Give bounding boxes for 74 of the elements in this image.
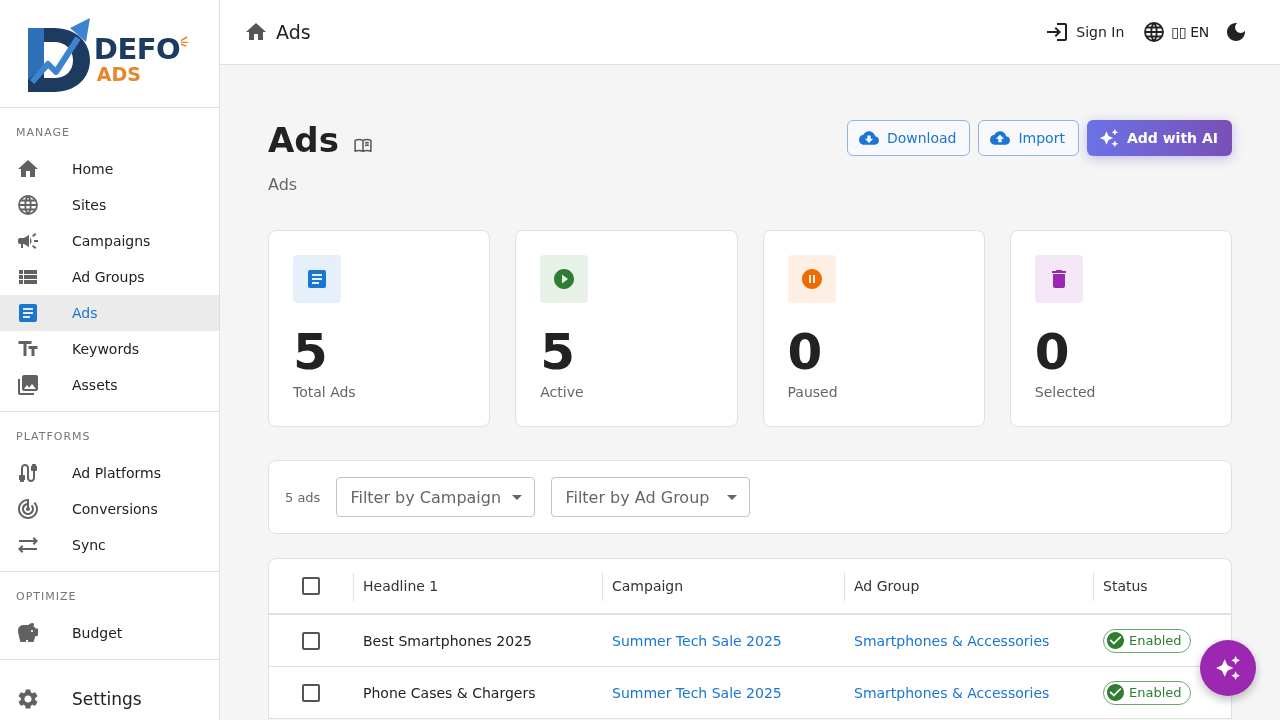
nav-item[interactable]: Sites: [0, 187, 219, 223]
stat-value: 5: [540, 324, 576, 380]
stat-value: 5: [293, 324, 328, 380]
section-heading: OPTIMIZE: [15, 589, 78, 605]
filter-select[interactable]: Filter by Campaign: [336, 477, 536, 517]
row-checkbox[interactable]: [302, 683, 320, 702]
stat-label: Total Ads: [293, 383, 356, 402]
nav-item[interactable]: Campaigns: [0, 223, 219, 259]
language-button[interactable]: ▯▯ EN: [1139, 16, 1212, 48]
nav-item[interactable]: Keywords: [0, 331, 219, 367]
status-text: Enabled: [1129, 633, 1182, 648]
sign-in-button[interactable]: Sign In: [1042, 16, 1128, 48]
add-with-ai-button[interactable]: Add with AI: [1086, 120, 1232, 156]
action-button[interactable]: Import: [978, 120, 1079, 156]
globe-icon: [16, 193, 40, 217]
document-icon: [16, 301, 40, 325]
column-header[interactable]: Headline 1: [363, 578, 439, 594]
filter-select[interactable]: Filter by Ad Group: [551, 477, 751, 517]
status-text: Enabled: [1129, 685, 1182, 700]
nav-item[interactable]: Ad Platforms: [0, 455, 219, 491]
page-subtitle: Ads: [268, 175, 299, 195]
stat-label: Active: [540, 383, 584, 402]
ai-assistant-button[interactable]: [1200, 640, 1256, 696]
stat-value: 0: [1034, 324, 1070, 380]
breadcrumb-title: Ads: [276, 21, 311, 43]
nav-item[interactable]: Ad Groups: [0, 259, 219, 295]
result-count: 5 ads: [285, 489, 321, 505]
nav-item[interactable]: Conversions: [0, 491, 219, 527]
cloud-download-icon: [858, 128, 879, 148]
sign-in-icon: [1045, 20, 1070, 44]
logo-subtext: ADS: [96, 63, 141, 84]
campaign-link[interactable]: Summer Tech Sale 2025: [612, 632, 782, 649]
column-header[interactable]: Status: [1103, 578, 1148, 594]
row-checkbox[interactable]: [302, 631, 320, 650]
campaign-link[interactable]: Summer Tech Sale 2025: [612, 684, 782, 701]
globe-icon: [1142, 20, 1167, 44]
column-header[interactable]: Campaign: [612, 578, 684, 594]
rays-icon: [180, 35, 190, 47]
stat-label: Paused: [787, 383, 838, 402]
settings-icon: [16, 687, 40, 711]
cable-icon: [16, 461, 40, 485]
table-cell: Best Smartphones 2025: [363, 632, 532, 649]
target-icon: [16, 497, 40, 521]
nav-item[interactable]: Ads: [0, 295, 219, 331]
sparkle-icon: [1098, 128, 1119, 148]
stat-label: Selected: [1034, 383, 1096, 402]
nav-item[interactable]: Home: [0, 151, 219, 187]
document-icon: [293, 255, 341, 303]
section-heading: PLATFORMS: [15, 429, 92, 445]
nav-item[interactable]: Assets: [0, 367, 219, 403]
column-header[interactable]: Ad Group: [854, 578, 920, 594]
piggy-bank-icon: [16, 621, 40, 645]
sparkle-icon: [1216, 656, 1240, 680]
caret-icon: [512, 494, 523, 500]
stat-value: 0: [787, 324, 823, 380]
caret-icon: [727, 494, 738, 500]
moon-icon: [1224, 20, 1248, 44]
ad-group-link[interactable]: Smartphones & Accessories: [854, 684, 1050, 701]
settings-nav-item[interactable]: Settings: [0, 680, 219, 718]
nav-item[interactable]: Budget: [0, 615, 219, 651]
logo-text: DEFO: [93, 33, 181, 64]
ad-group-link[interactable]: Smartphones & Accessories: [854, 632, 1050, 649]
section-heading: MANAGE: [15, 125, 72, 141]
page-title: Ads: [268, 120, 339, 160]
images-icon: [16, 373, 40, 397]
action-button[interactable]: Download: [846, 120, 971, 156]
cloud-upload-icon: [990, 128, 1011, 148]
select-all-checkbox[interactable]: [302, 577, 320, 595]
table-cell: Phone Cases & Chargers: [363, 684, 536, 701]
logo-icon: [25, 15, 92, 92]
pause-icon: [787, 255, 836, 303]
play-icon: [540, 255, 589, 303]
trash-icon: [1034, 255, 1083, 303]
nav-item[interactable]: Sync: [0, 527, 219, 563]
